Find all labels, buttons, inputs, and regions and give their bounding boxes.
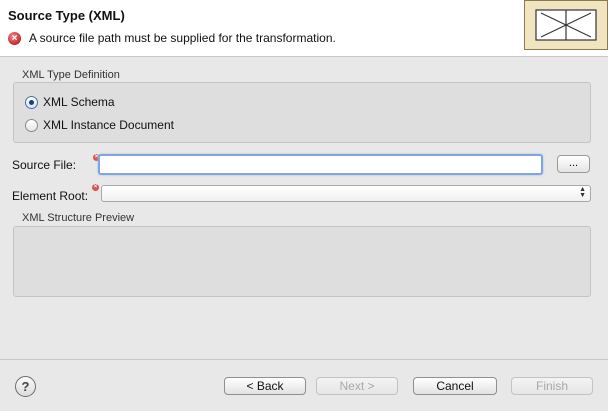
back-button[interactable]: < Back: [224, 377, 306, 395]
wizard-header: Source Type (XML) × A source file path m…: [0, 0, 608, 57]
page-title: Source Type (XML): [8, 8, 125, 23]
radio-xml-instance[interactable]: XML Instance Document: [25, 118, 174, 132]
element-root-select[interactable]: ▲ ▼: [101, 185, 591, 202]
element-root-label: Element Root:: [12, 189, 89, 203]
xml-structure-preview: [13, 226, 591, 297]
select-arrows-icon: ▲ ▼: [579, 186, 586, 199]
source-file-input[interactable]: [98, 154, 543, 175]
radio-xml-instance-label: XML Instance Document: [43, 118, 174, 132]
cancel-button[interactable]: Cancel: [413, 377, 497, 395]
help-icon[interactable]: ?: [15, 376, 36, 397]
type-definition-label: XML Type Definition: [22, 69, 120, 81]
wizard-banner-icon: [524, 0, 608, 50]
required-error-icon: ×: [92, 184, 99, 191]
radio-xml-schema-label: XML Schema: [43, 95, 115, 109]
radio-button-unchecked[interactable]: [25, 118, 38, 132]
next-button[interactable]: Next >: [316, 377, 398, 395]
type-definition-group: [13, 82, 591, 143]
error-message-text: A source file path must be supplied for …: [29, 31, 336, 45]
preview-label: XML Structure Preview: [22, 212, 135, 224]
radio-button-checked[interactable]: [25, 95, 38, 109]
source-file-label: Source File:: [12, 158, 77, 172]
footer-separator: [0, 359, 608, 360]
radio-xml-schema[interactable]: XML Schema: [25, 95, 115, 109]
finish-button[interactable]: Finish: [511, 377, 593, 395]
error-icon: ×: [8, 31, 21, 45]
error-message: × A source file path must be supplied fo…: [8, 31, 336, 45]
browse-button[interactable]: ...: [557, 155, 590, 173]
